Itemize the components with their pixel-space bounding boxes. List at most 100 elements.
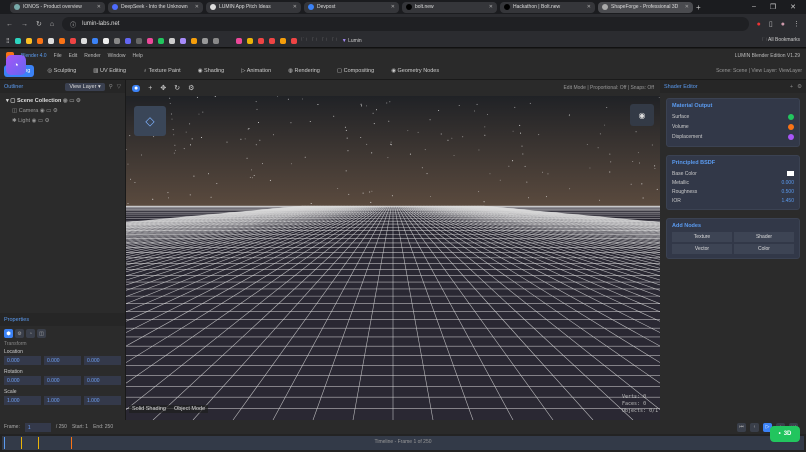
reload-icon[interactable]: ↻ <box>36 20 42 28</box>
tab-shading[interactable]: ◉ Shading <box>194 65 229 77</box>
add-color-button[interactable]: Color <box>734 244 794 254</box>
snap-toggle[interactable]: Snaps: Off <box>630 85 654 91</box>
apps-icon[interactable]: ⣿ <box>6 38 10 44</box>
bookmark-icon[interactable] <box>269 38 275 44</box>
bookmark-icon[interactable] <box>103 38 109 44</box>
timeline[interactable]: Timeline - Frame 1 of 250 • 3D <box>0 434 806 452</box>
shading-mode[interactable]: Solid Shading <box>132 406 166 412</box>
principled-bsdf-node[interactable]: Principled BSDF Base Color Metallic0.000… <box>666 155 800 210</box>
tab-sculpting[interactable]: ◎ Sculpting <box>43 65 80 77</box>
material-output-node[interactable]: Material Output Surface Volume Displacem… <box>666 98 800 147</box>
tab-geometry-nodes[interactable]: ◉ Geometry Nodes <box>387 65 443 77</box>
rotation-y-field[interactable]: 0.000 <box>44 376 81 385</box>
browser-tab-active[interactable]: ShapeForge - Professional 3D✕ <box>598 2 693 13</box>
scale-y-field[interactable]: 1.000 <box>44 396 81 405</box>
restore-icon[interactable]: ❐ <box>770 3 776 11</box>
bookmark-icon[interactable] <box>169 38 175 44</box>
folder-icon[interactable]: 🗀 <box>332 37 337 45</box>
bookmark-icon[interactable] <box>125 38 131 44</box>
close-window-icon[interactable]: ✕ <box>790 3 796 11</box>
3d-mode-badge[interactable]: • 3D <box>770 426 800 442</box>
select-tool-icon[interactable]: ● <box>132 85 140 92</box>
new-tab-icon[interactable]: + <box>696 3 701 12</box>
extensions-icon[interactable]: ▯ <box>769 20 773 28</box>
filter-icon[interactable]: ▽ <box>117 84 121 90</box>
folder-icon[interactable]: 🗀 <box>322 37 327 45</box>
menu-window[interactable]: Window <box>108 53 126 59</box>
camera-view-gizmo[interactable]: ◇ <box>134 106 166 136</box>
scale-z-field[interactable]: 1.000 <box>84 396 121 405</box>
more-menu-icon[interactable]: ⋮ <box>793 20 800 28</box>
site-info-icon[interactable]: ⓘ <box>70 20 76 29</box>
folder-icon[interactable]: 🗀 <box>302 37 307 45</box>
browser-tab[interactable]: Devpost✕ <box>304 2 399 13</box>
back-icon[interactable]: ← <box>6 21 13 28</box>
metallic-value[interactable]: 0.000 <box>781 180 794 186</box>
home-icon[interactable]: ⌂ <box>50 21 54 28</box>
location-y-field[interactable]: 0.000 <box>44 356 81 365</box>
socket-dot[interactable] <box>788 134 794 140</box>
bookmark-icon[interactable] <box>37 38 43 44</box>
bookmark-icon[interactable] <box>258 38 264 44</box>
bookmark-icon[interactable] <box>213 38 219 44</box>
bookmark-icon[interactable] <box>15 38 21 44</box>
tab-compositing[interactable]: ▢ Compositing <box>333 65 378 77</box>
visibility-icon[interactable]: ◉ ▭ ⚙ <box>40 108 58 114</box>
render-props-icon[interactable]: ◫ <box>37 329 46 338</box>
proportional-toggle[interactable]: Proportional: Off <box>590 85 626 91</box>
visibility-icon[interactable]: ◉ ▭ ⚙ <box>32 118 50 124</box>
close-icon[interactable]: ✕ <box>685 4 689 10</box>
url-input[interactable]: ⓘlumin-labs.net <box>62 17 749 31</box>
location-x-field[interactable]: 0.000 <box>4 356 41 365</box>
bookmark-icon[interactable] <box>280 38 286 44</box>
tab-animation[interactable]: ▷ Animation <box>237 65 275 77</box>
bookmark-lumin[interactable]: ▼ Lumin <box>342 38 362 44</box>
close-icon[interactable]: ✕ <box>489 4 493 10</box>
tab-rendering[interactable]: ◍ Rendering <box>284 65 324 77</box>
scale-x-field[interactable]: 1.000 <box>4 396 41 405</box>
add-icon[interactable]: + <box>148 85 152 92</box>
forward-icon[interactable]: → <box>21 21 28 28</box>
edit-mode-toggle[interactable]: Edit Mode <box>563 85 586 91</box>
tab-uv-editing[interactable]: ▥ UV Editing <box>89 65 130 77</box>
location-z-field[interactable]: 0.000 <box>84 356 121 365</box>
bookmark-icon[interactable] <box>291 38 297 44</box>
browser-tab[interactable]: LUMIN App Pitch Ideas✕ <box>206 2 301 13</box>
viewport-scene[interactable] <box>126 96 660 420</box>
browser-tab[interactable]: DeepSeek - Into the Unknown✕ <box>108 2 203 13</box>
material-props-icon[interactable]: ◔ <box>26 329 35 338</box>
bookmark-icon[interactable] <box>158 38 164 44</box>
bookmark-icon[interactable] <box>180 38 186 44</box>
ior-value[interactable]: 1.450 <box>781 198 794 204</box>
tab-texture-paint[interactable]: ♁ Texture Paint <box>139 65 185 77</box>
settings-icon[interactable]: ⚙ <box>797 84 802 90</box>
jump-start-icon[interactable]: ⏮ <box>737 423 746 432</box>
add-icon[interactable]: + <box>790 84 793 90</box>
add-texture-button[interactable]: Texture <box>672 232 732 242</box>
close-icon[interactable]: ✕ <box>97 4 101 10</box>
menu-render[interactable]: Render <box>84 53 100 59</box>
close-icon[interactable]: ✕ <box>195 4 199 10</box>
menu-help[interactable]: Help <box>132 53 142 59</box>
bookmark-icon[interactable] <box>236 38 242 44</box>
bookmark-icon[interactable] <box>81 38 87 44</box>
socket-surface[interactable]: Surface <box>672 112 794 122</box>
browser-tab[interactable]: IONOS - Product overview✕ <box>10 2 105 13</box>
all-bookmarks[interactable]: 🗀 All Bookmarks <box>762 37 800 45</box>
close-icon[interactable]: ✕ <box>293 4 297 10</box>
outliner-item-scene-collection[interactable]: ▾ ▢ Scene Collection ◉ ▭ ⚙ <box>6 96 119 106</box>
bookmark-icon[interactable] <box>26 38 32 44</box>
view-toggle-button[interactable]: ◉ <box>630 104 654 126</box>
bookmark-icon[interactable] <box>202 38 208 44</box>
end-frame[interactable]: End: 250 <box>93 424 113 430</box>
rotation-z-field[interactable]: 0.000 <box>84 376 121 385</box>
menu-file[interactable]: File <box>54 53 62 59</box>
object-props-icon[interactable]: ⬢ <box>4 329 13 338</box>
bookmark-icon[interactable] <box>136 38 142 44</box>
bookmark-icon[interactable] <box>114 38 120 44</box>
socket-volume[interactable]: Volume <box>672 122 794 132</box>
socket-dot[interactable] <box>788 114 794 120</box>
add-vector-button[interactable]: Vector <box>672 244 732 254</box>
bookmark-icon[interactable] <box>48 38 54 44</box>
view-layer-select[interactable]: View Layer ▾ <box>65 83 104 91</box>
